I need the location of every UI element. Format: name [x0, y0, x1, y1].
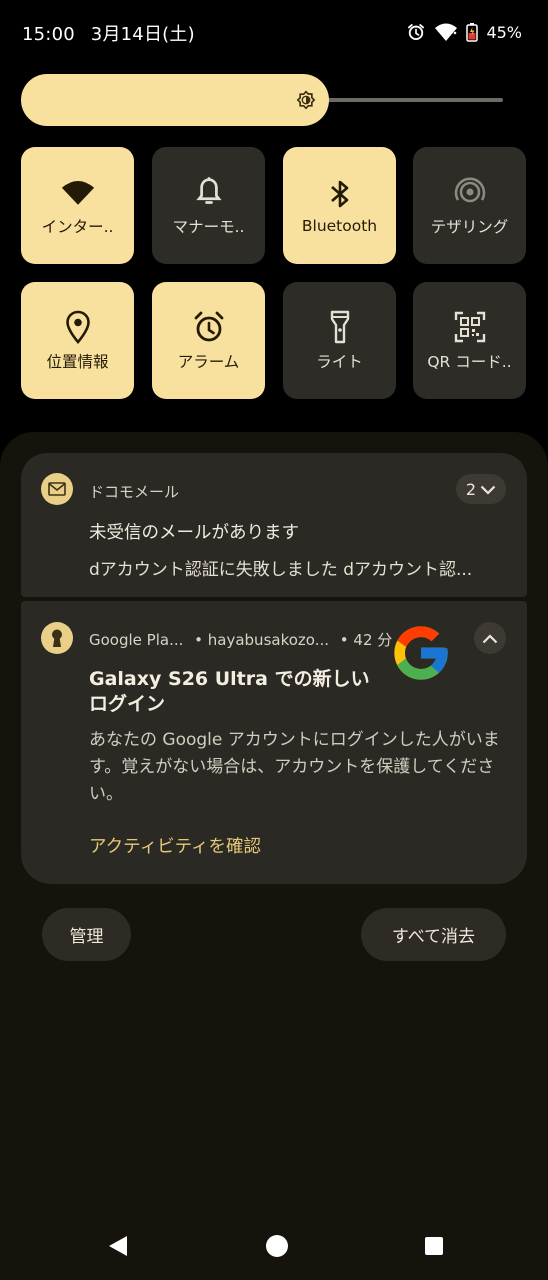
- tile-tethering[interactable]: テザリング: [413, 147, 526, 264]
- tile-internet[interactable]: インター..: [21, 147, 134, 264]
- notification-account: • hayabusakozo...: [194, 631, 329, 649]
- qr-code-icon: [453, 310, 487, 344]
- recents-button[interactable]: [414, 1228, 454, 1268]
- alarm-icon: [192, 310, 226, 344]
- home-icon: [265, 1234, 289, 1262]
- wifi-icon: [61, 175, 95, 209]
- recents-icon: [424, 1236, 444, 1260]
- tile-bluetooth[interactable]: Bluetooth: [283, 147, 396, 264]
- back-button[interactable]: [98, 1228, 138, 1268]
- status-bar: 15:00 3月14日(土) 45%: [0, 0, 548, 62]
- navigation-bar: [0, 1220, 548, 1276]
- battery-percent: 45%: [486, 22, 522, 42]
- notification-time: • 42 分: [339, 631, 393, 649]
- battery-icon: [466, 22, 479, 42]
- notification-body: あなたの Google アカウントにログインした人がいます。覚えがない場合は、ア…: [89, 730, 500, 804]
- tile-label: ライト: [316, 352, 363, 371]
- tile-label: 位置情報: [46, 352, 109, 371]
- tile-qr-code[interactable]: QR コード..: [413, 282, 526, 399]
- notification-google-login[interactable]: Google Pla... • hayabusakozo... • 42 分 G…: [21, 601, 527, 884]
- notification-text: dアカウント認証に失敗しました dアカウント認...: [89, 560, 473, 580]
- tile-alarm[interactable]: アラーム: [152, 282, 265, 399]
- brightness-track[interactable]: [321, 98, 503, 102]
- notification-docomo-mail[interactable]: ドコモメール 2 未受信のメールがあります dアカウント認証に失敗しました dア…: [21, 453, 527, 597]
- bluetooth-icon: [323, 177, 357, 211]
- clock-time: 15:00: [22, 24, 75, 45]
- status-icons: 45%: [406, 20, 522, 44]
- hotspot-icon: [453, 175, 487, 209]
- brightness-fill[interactable]: [21, 74, 329, 126]
- brightness-slider[interactable]: [21, 74, 503, 126]
- check-activity-action[interactable]: アクティビティを確認: [89, 833, 261, 858]
- notification-title: Galaxy S26 Ultra での新しいログイン: [89, 668, 370, 715]
- status-time: 15:00 3月14日(土): [22, 20, 195, 46]
- chevron-down-icon: [480, 480, 496, 499]
- alarm-status-icon: [406, 22, 426, 42]
- tile-silent-mode[interactable]: マナーモ..: [152, 147, 265, 264]
- manage-button[interactable]: 管理: [42, 908, 131, 961]
- location-icon: [61, 310, 95, 344]
- tile-label: Bluetooth: [301, 216, 378, 235]
- tile-label: インター..: [41, 217, 114, 236]
- tile-label: マナーモ..: [172, 217, 245, 236]
- chevron-up-icon: [482, 629, 498, 648]
- collapse-button[interactable]: [474, 622, 506, 654]
- notification-header: Google Pla... • hayabusakozo... • 42 分: [89, 629, 392, 650]
- tile-label: QR コード..: [427, 352, 512, 371]
- tile-flashlight[interactable]: ライト: [283, 282, 396, 399]
- keyhole-icon: [41, 622, 73, 654]
- notification-shade-screen: 15:00 3月14日(土) 45% インター.. マナーモ.. Bluetoo…: [0, 0, 548, 1280]
- home-button[interactable]: [257, 1228, 297, 1268]
- status-date: 3月14日(土): [90, 24, 195, 45]
- notification-app-name: ドコモメール: [89, 483, 180, 501]
- brightness-icon: [296, 90, 316, 110]
- flashlight-icon: [323, 310, 357, 344]
- back-icon: [107, 1234, 129, 1262]
- expand-button[interactable]: 2: [456, 474, 506, 504]
- clear-all-button[interactable]: すべて消去: [361, 908, 506, 961]
- mail-icon: [41, 473, 73, 505]
- notification-app-name: Google Pla...: [89, 631, 184, 649]
- wifi-status-icon: [434, 22, 458, 42]
- notification-count: 2: [465, 479, 477, 499]
- tile-label: アラーム: [177, 352, 240, 371]
- google-logo: [389, 621, 453, 685]
- notification-title: 未受信のメールがあります: [89, 523, 299, 543]
- bell-icon: [192, 175, 226, 209]
- tile-location[interactable]: 位置情報: [21, 282, 134, 399]
- tile-label: テザリング: [430, 217, 509, 236]
